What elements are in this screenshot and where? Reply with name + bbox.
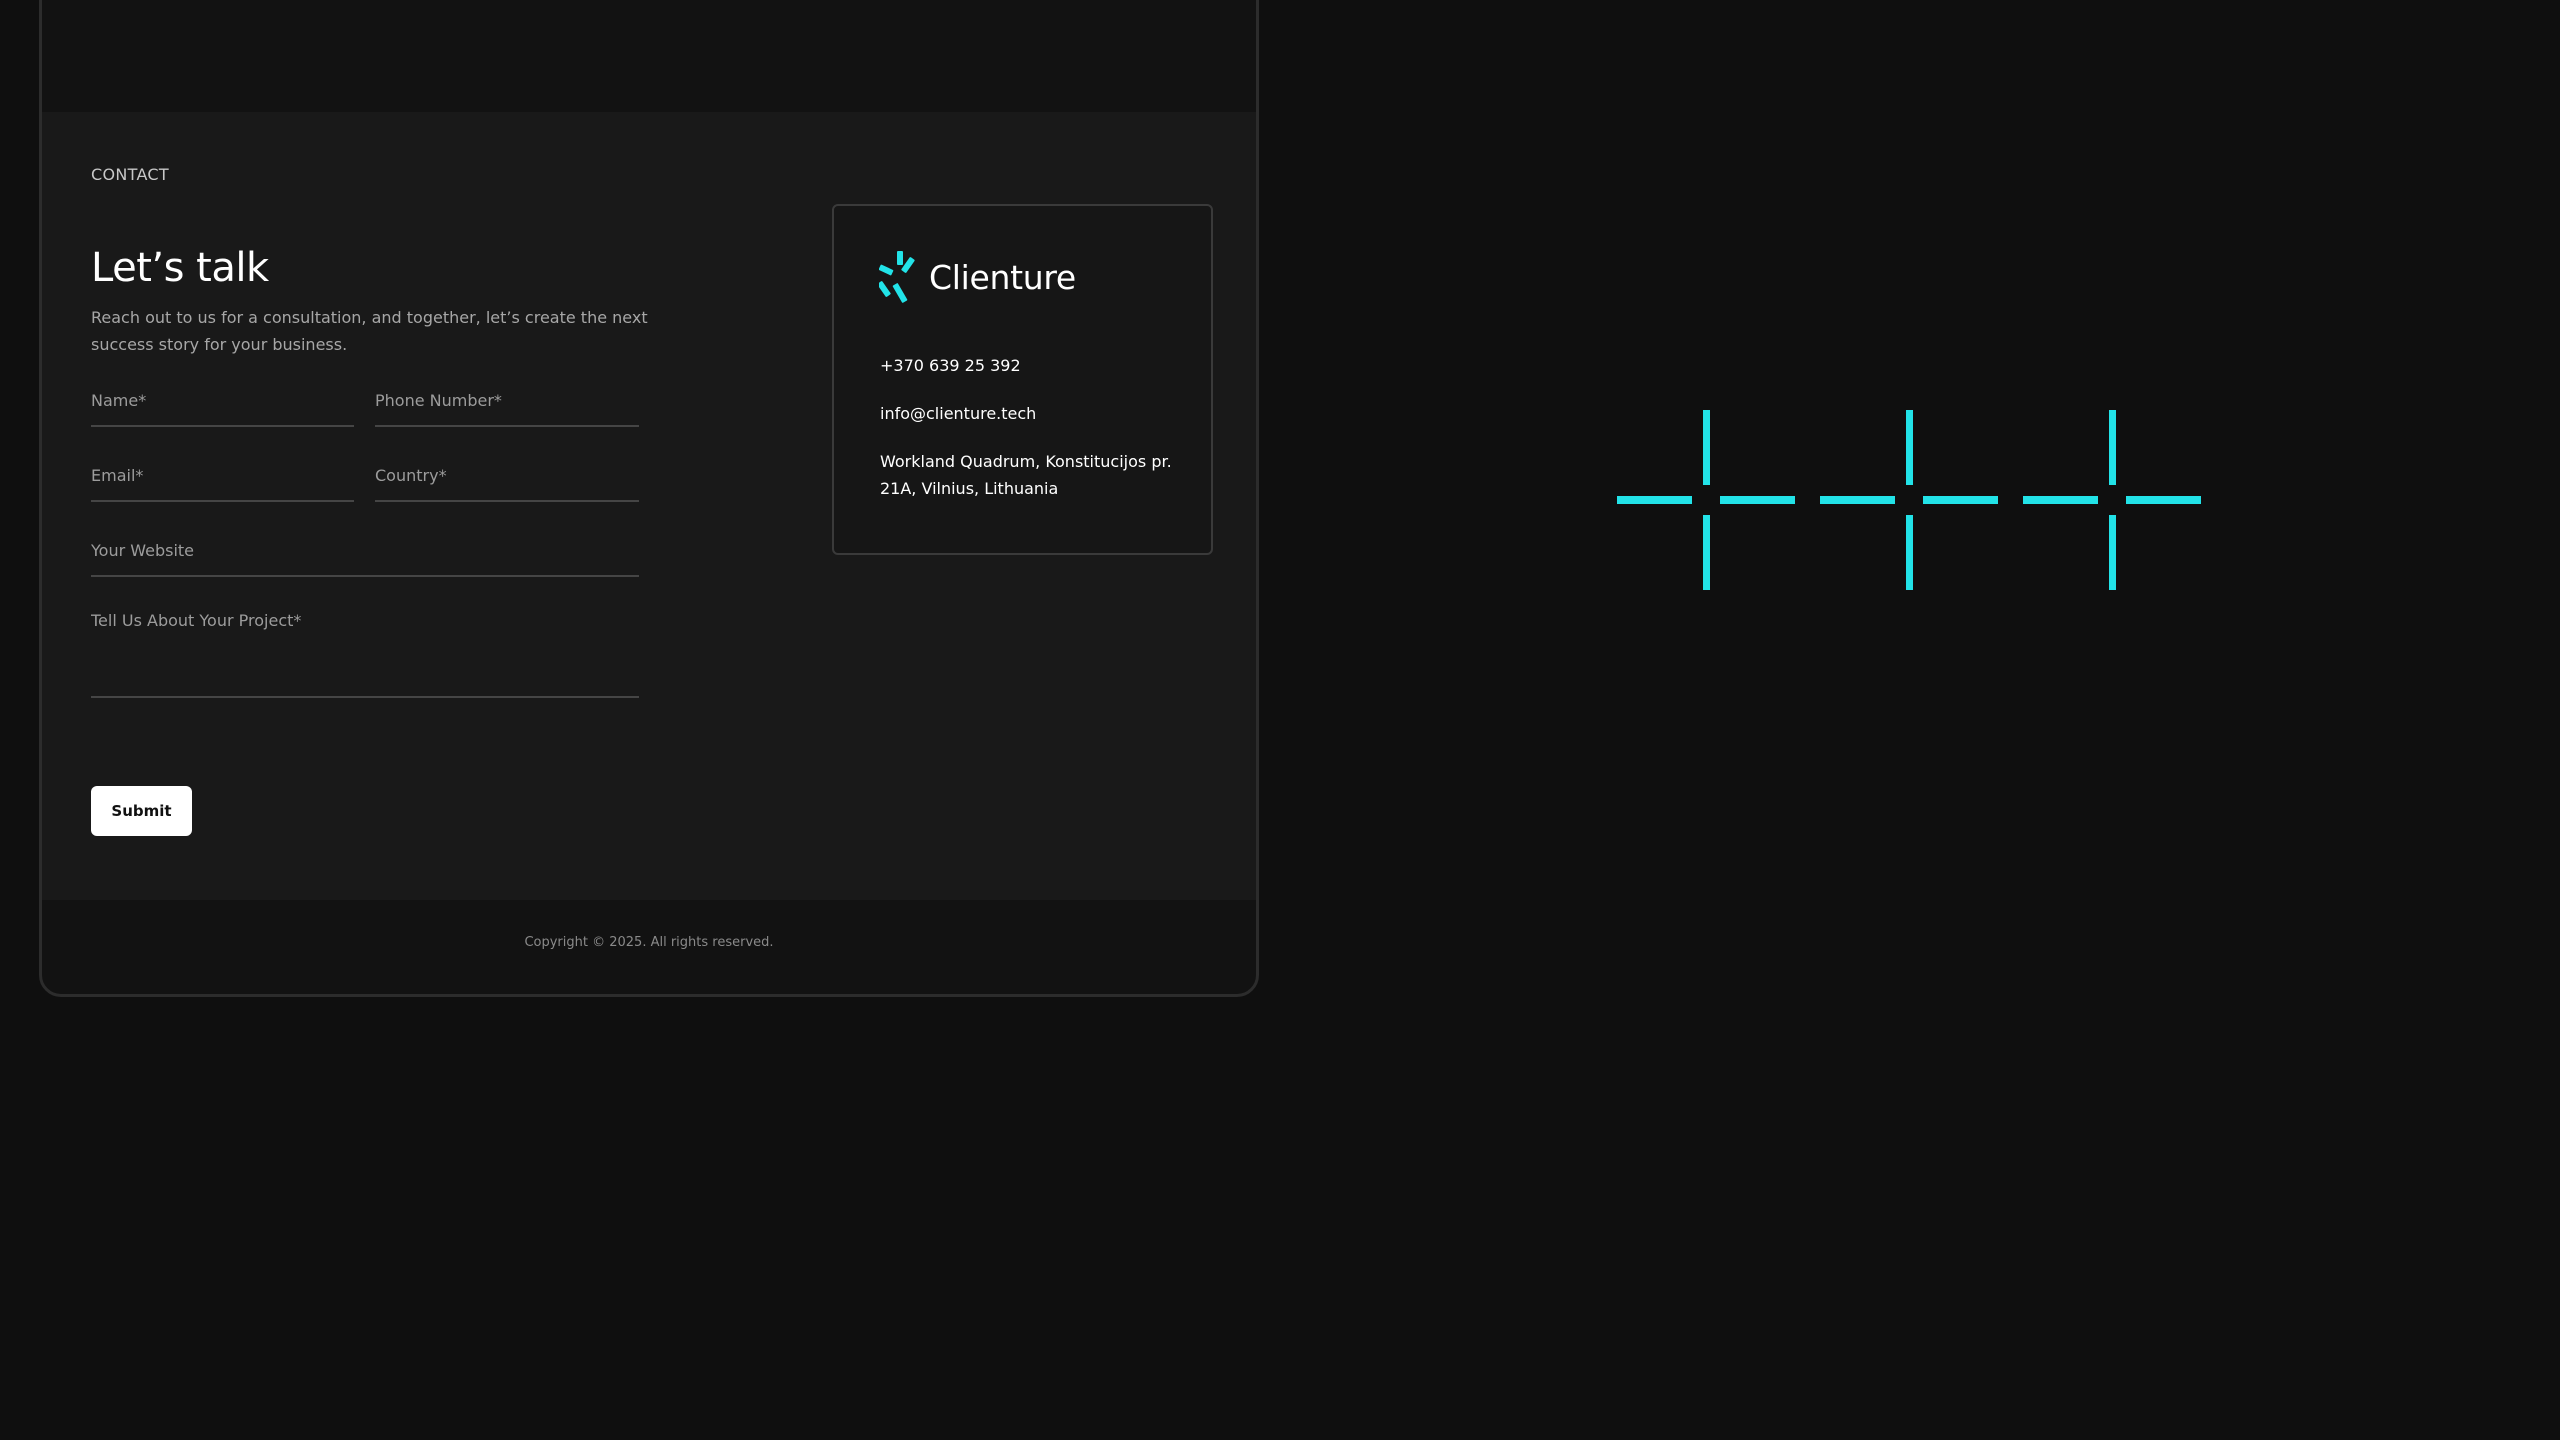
brand-logo[interactable]: Clienture: [879, 251, 1076, 303]
country-input[interactable]: [375, 462, 639, 502]
name-input[interactable]: [91, 387, 354, 427]
decorative-cross-pattern: [1617, 410, 2201, 590]
footer: Copyright © 2025. All rights reserved.: [42, 900, 1256, 994]
project-description-textarea[interactable]: [91, 610, 639, 698]
email-input[interactable]: [91, 462, 354, 502]
phone-number-input[interactable]: [375, 387, 639, 427]
contact-section: CONTACT Let’s talk Reach out to us for a…: [42, 112, 1256, 900]
section-eyebrow: CONTACT: [91, 165, 169, 184]
contact-email[interactable]: info@clienture.tech: [880, 400, 1036, 427]
website-preview-frame: CONTACT Let’s talk Reach out to us for a…: [39, 0, 1259, 997]
clienture-logo-icon: [879, 251, 915, 303]
contact-info-card: Clienture +370 639 25 392 info@clienture…: [832, 204, 1213, 555]
section-subtitle: Reach out to us for a consultation, and …: [91, 308, 648, 354]
contact-address: Workland Quadrum, Konstitucijos pr. 21A,…: [880, 452, 1172, 498]
submit-button[interactable]: Submit: [91, 786, 192, 836]
page-title: Let’s talk: [91, 245, 269, 291]
brand-name: Clienture: [929, 257, 1076, 297]
page: CONTACT Let’s talk Reach out to us for a…: [0, 0, 2560, 1440]
copyright-text: Copyright © 2025. All rights reserved.: [524, 935, 774, 950]
website-input[interactable]: [91, 537, 639, 577]
header-area: [42, 0, 1256, 112]
contact-phone[interactable]: +370 639 25 392: [880, 352, 1021, 379]
